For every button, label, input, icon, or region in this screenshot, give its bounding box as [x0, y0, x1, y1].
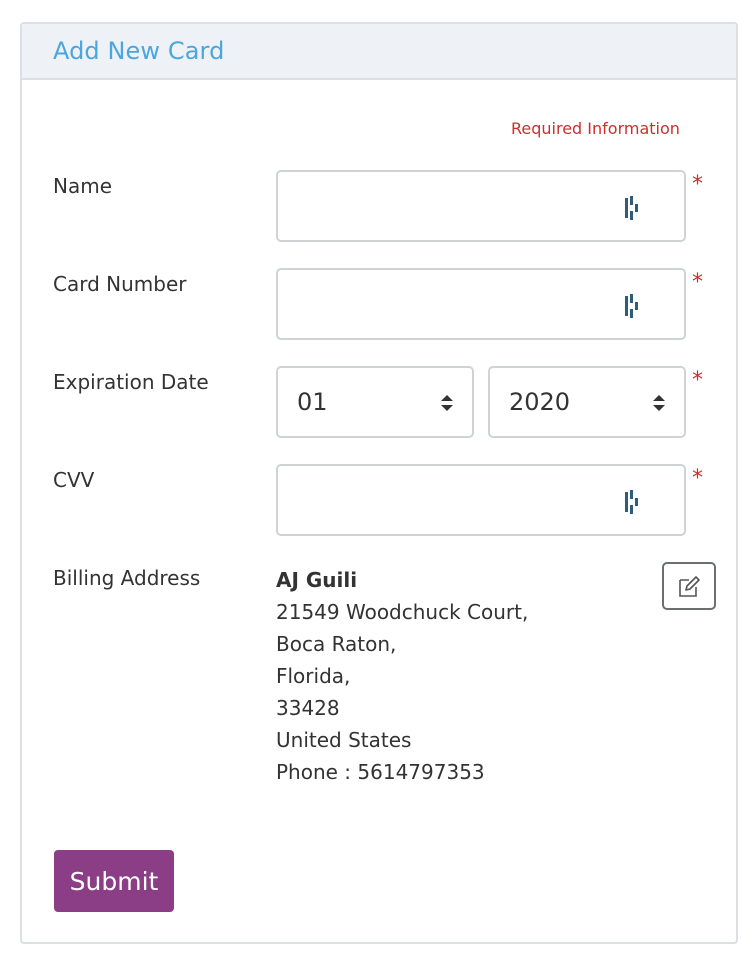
required-asterisk: *: [692, 368, 703, 393]
sort-caret-icon: [653, 395, 665, 411]
billing-zip: 33428: [276, 696, 340, 720]
expiration-date-label: Expiration Date: [53, 370, 209, 394]
required-information-note: Required Information: [511, 119, 680, 138]
billing-address-block: AJ Guili 21549 Woodchuck Court, Boca Rat…: [276, 564, 528, 788]
billing-name: AJ Guili: [276, 568, 358, 592]
cvv-field[interactable]: [276, 464, 686, 536]
panel-header: Add New Card: [22, 24, 736, 80]
billing-country: United States: [276, 728, 412, 752]
required-asterisk: *: [692, 270, 703, 295]
edit-icon: [679, 576, 700, 597]
required-asterisk: *: [692, 466, 703, 491]
card-number-field[interactable]: [276, 268, 686, 340]
sort-caret-icon: [441, 395, 453, 411]
submit-button[interactable]: Submit: [54, 850, 174, 912]
billing-city: Boca Raton,: [276, 632, 397, 656]
expiration-year-select[interactable]: 2020: [488, 366, 686, 438]
panel-title: Add New Card: [53, 37, 225, 65]
card-number-label: Card Number: [53, 272, 187, 296]
billing-street: 21549 Woodchuck Court,: [276, 600, 529, 624]
edit-address-button[interactable]: [662, 562, 716, 610]
required-asterisk: *: [692, 172, 703, 197]
billing-phone: Phone : 5614797353: [276, 760, 485, 784]
billing-state: Florida,: [276, 664, 351, 688]
expiration-month-select[interactable]: 01: [276, 366, 474, 438]
password-manager-icon[interactable]: [624, 294, 644, 318]
name-field[interactable]: [276, 170, 686, 242]
cvv-label: CVV: [53, 468, 95, 492]
billing-address-label: Billing Address: [53, 566, 201, 590]
expiration-year-value: 2020: [509, 388, 571, 416]
password-manager-icon[interactable]: [624, 196, 644, 220]
expiration-month-value: 01: [297, 388, 328, 416]
name-label: Name: [53, 174, 113, 198]
password-manager-icon[interactable]: [624, 490, 644, 514]
